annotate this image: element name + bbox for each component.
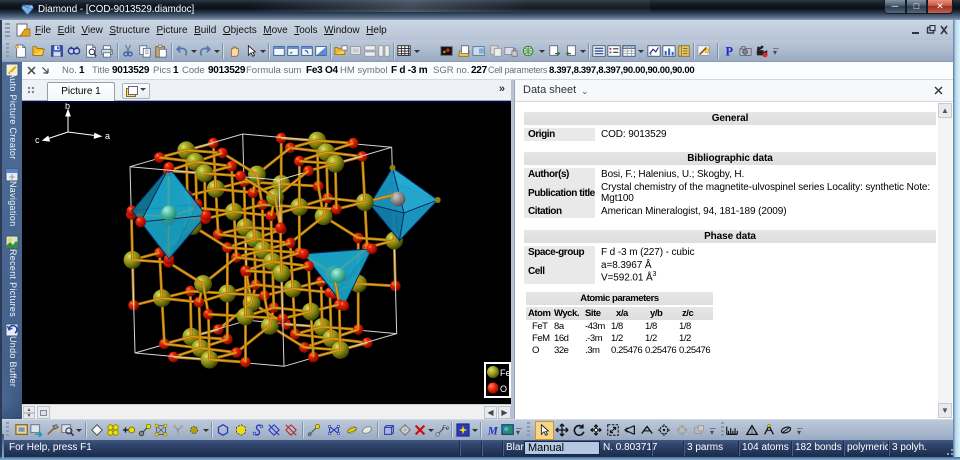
svg-text:Fe: Fe (500, 368, 509, 378)
svg-text:M: M (487, 425, 499, 437)
svg-text:c: c (35, 135, 40, 145)
svg-text:b: b (65, 103, 70, 111)
svg-text:a: a (105, 131, 110, 141)
svg-text:P: P (726, 44, 734, 58)
svg-text:O: O (500, 384, 507, 394)
svg-text:Fe: Fe (442, 425, 449, 432)
